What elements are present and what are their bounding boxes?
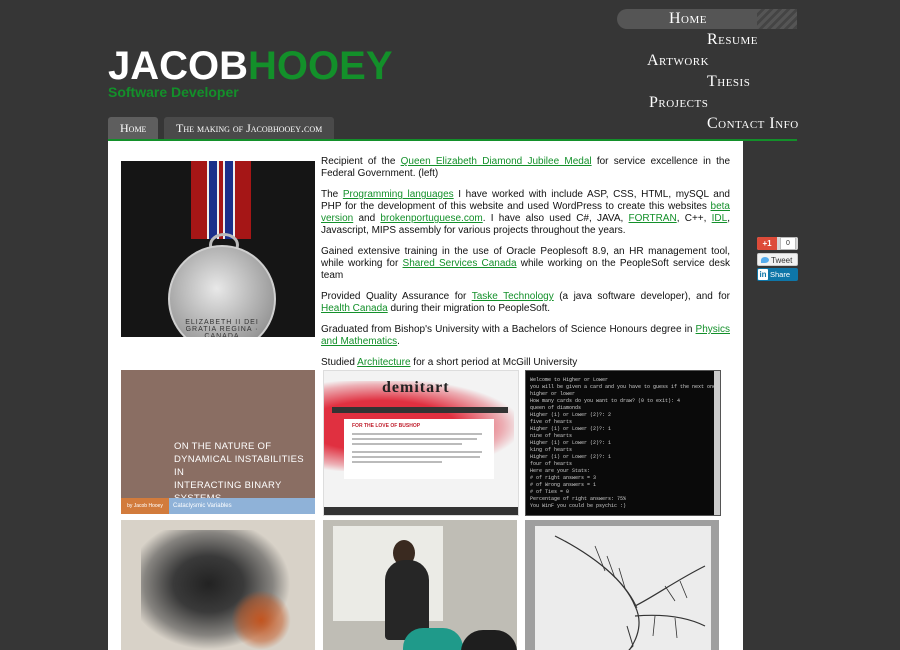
bio-paragraph-peoplesoft: Gained extensive training in the use of … xyxy=(321,246,730,282)
link-health-canada[interactable]: Health Canada xyxy=(321,303,388,314)
nav-projects[interactable]: Projects xyxy=(649,94,708,112)
link-taske-technology[interactable]: Taske Technology xyxy=(472,291,554,302)
text-line xyxy=(352,433,482,435)
link-idl[interactable]: IDL xyxy=(712,213,728,224)
text: , C++, xyxy=(676,213,712,224)
link-brokenportuguese[interactable]: brokenportuguese.com xyxy=(380,213,482,224)
thumbnail-demitart[interactable]: demitart FOR THE LOVE OF BUSHOP xyxy=(323,370,519,516)
student xyxy=(461,630,517,650)
demitart-footer xyxy=(324,507,518,515)
site-logo[interactable]: JACOBHOOEY Software Developer xyxy=(108,44,393,100)
text: during their migration to PeopleSoft. xyxy=(387,303,551,314)
bio-paragraph-architecture: Studied Architecture for a short period … xyxy=(321,357,730,369)
link-fortran[interactable]: FORTRAN xyxy=(629,213,677,224)
logo-first-name: JACOB xyxy=(108,44,249,88)
tweet-label: Tweet xyxy=(771,256,793,265)
thumbnail-console-game[interactable]: Welcome to Higher or Lower you will be g… xyxy=(525,370,721,516)
link-programming-languages[interactable]: Programming languages xyxy=(343,189,454,200)
bio-paragraph-qa: Provided Quality Assurance for Taske Tec… xyxy=(321,291,730,315)
text: Graduated from Bishop's University with … xyxy=(321,324,696,335)
text-line xyxy=(352,451,482,453)
text-line xyxy=(352,461,442,463)
nav-home[interactable]: Home xyxy=(669,10,707,28)
main-content: ELIZABETH II DEI GRATIA REGINA · CANADA … xyxy=(108,141,743,650)
text: . xyxy=(397,336,400,347)
tab-making-of[interactable]: The making of Jacobhooey.com xyxy=(164,117,335,139)
tab-home[interactable]: Home xyxy=(108,117,159,139)
thumbnail-bird-sketch[interactable] xyxy=(525,520,719,650)
demitart-logo: demitart xyxy=(382,379,450,396)
thesis-title: ON THE NATURE OF DYNAMICAL INSTABILITIES… xyxy=(174,440,315,505)
text-line xyxy=(352,456,480,458)
bio-paragraph-education: Graduated from Bishop's University with … xyxy=(321,324,730,348)
linkedin-icon: in xyxy=(758,269,768,280)
text: The xyxy=(321,189,343,200)
thumbnail-charcoal-portrait[interactable] xyxy=(121,520,315,650)
link-jubilee-medal[interactable]: Queen Elizabeth Diamond Jubilee Medal xyxy=(401,156,592,167)
text: and xyxy=(353,213,381,224)
student xyxy=(403,628,463,650)
thumbnail-classroom-photo[interactable] xyxy=(323,520,517,650)
text: for a short period at McGill University xyxy=(410,357,578,368)
nav-artwork[interactable]: Artwork xyxy=(647,52,709,70)
link-architecture[interactable]: Architecture xyxy=(357,357,410,368)
gplus-label: +1 xyxy=(757,237,777,250)
thesis-author: by Jacob Hooey xyxy=(121,498,169,514)
google-plus-button[interactable]: +1 0 xyxy=(757,237,798,250)
share-label: Share xyxy=(770,270,791,279)
medal-ribbon xyxy=(191,161,251,239)
medal-coin: ELIZABETH II DEI GRATIA REGINA · CANADA xyxy=(168,245,276,337)
logo-subtitle: Software Developer xyxy=(108,84,239,100)
sketch-paper xyxy=(535,526,711,650)
thumbnail-thesis[interactable]: ON THE NATURE OF DYNAMICAL INSTABILITIES… xyxy=(121,370,315,514)
jubilee-medal-image: ELIZABETH II DEI GRATIA REGINA · CANADA xyxy=(121,161,315,337)
bio-text: Recipient of the Queen Elizabeth Diamond… xyxy=(321,156,730,378)
thesis-title-line: DYNAMICAL INSTABILITIES IN xyxy=(174,454,304,478)
tweet-button[interactable]: Tweet xyxy=(757,253,798,266)
text: Studied xyxy=(321,357,358,368)
console-scrollbar xyxy=(714,371,720,515)
logo-last-name: HOOEY xyxy=(248,44,393,88)
text-line xyxy=(352,438,477,440)
bio-paragraph-medal: Recipient of the Queen Elizabeth Diamond… xyxy=(321,156,730,180)
demitart-menu-bar xyxy=(332,407,508,413)
gplus-count: 0 xyxy=(780,237,796,250)
nav-thesis[interactable]: Thesis xyxy=(707,73,750,91)
text: (a java software developer), and for xyxy=(553,291,731,302)
text: Recipient of the xyxy=(321,156,401,167)
link-shared-services-canada[interactable]: Shared Services Canada xyxy=(403,258,517,269)
demitart-article: FOR THE LOVE OF BUSHOP xyxy=(344,419,494,479)
nav-resume[interactable]: Resume xyxy=(707,31,758,49)
text: Provided Quality Assurance for xyxy=(321,291,472,302)
text: . I have also used C#, JAVA, xyxy=(482,213,629,224)
nav-active-highlight xyxy=(617,9,797,29)
linkedin-share-button[interactable]: in Share xyxy=(757,268,798,281)
bird-sketch-drawing xyxy=(554,535,706,650)
text-line xyxy=(352,443,462,445)
medal-inscription: ELIZABETH II DEI GRATIA REGINA · CANADA xyxy=(185,319,259,337)
orange-paint xyxy=(231,590,291,650)
thesis-title-line: INTERACTING BINARY xyxy=(174,480,282,491)
bio-paragraph-languages: The Programming languages I have worked … xyxy=(321,189,730,237)
logo-wordmark: JACOBHOOEY xyxy=(108,44,393,88)
nav-contact-info[interactable]: Contact Info xyxy=(707,115,799,133)
thesis-title-line: ON THE NATURE OF xyxy=(174,441,272,452)
console-output: Welcome to Higher or Lower you will be g… xyxy=(530,377,720,509)
twitter-bird-icon xyxy=(761,257,769,263)
thesis-subtitle: Cataclysmic Variables xyxy=(173,503,232,509)
demitart-heading: FOR THE LOVE OF BUSHOP xyxy=(352,423,421,429)
